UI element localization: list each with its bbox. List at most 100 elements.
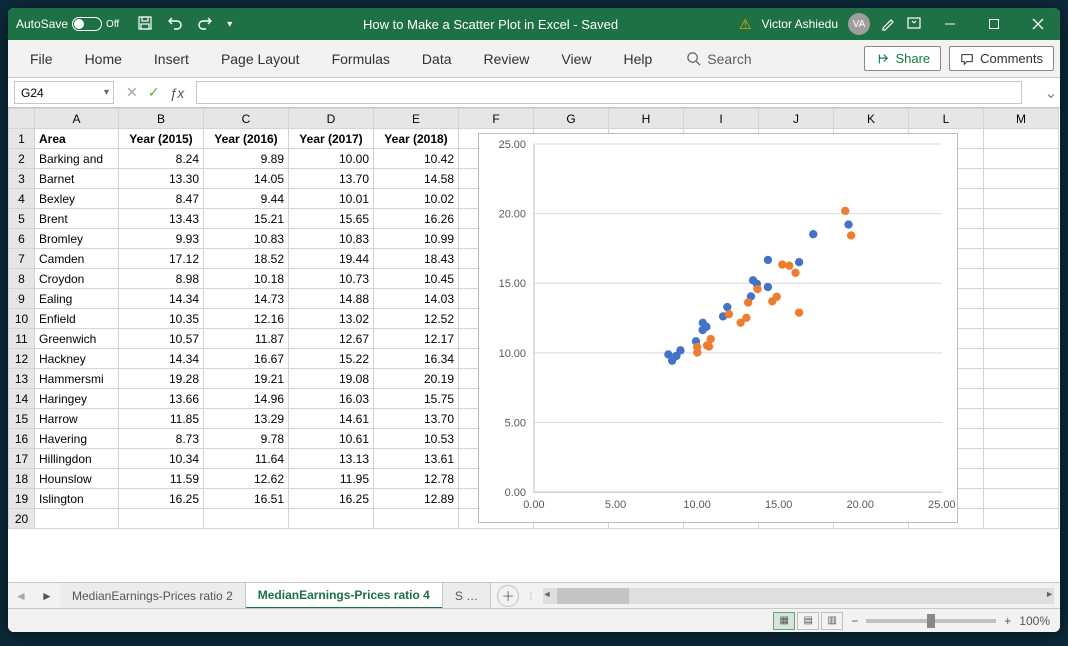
cell[interactable]: [35, 509, 119, 529]
cell[interactable]: 11.87: [204, 329, 289, 349]
row-header[interactable]: 18: [9, 469, 35, 489]
cell[interactable]: 9.78: [204, 429, 289, 449]
cell[interactable]: 15.21: [204, 209, 289, 229]
cell[interactable]: 20.19: [374, 369, 459, 389]
cell[interactable]: [984, 149, 1059, 169]
cell[interactable]: Barnet: [35, 169, 119, 189]
cell[interactable]: Camden: [35, 249, 119, 269]
cell[interactable]: Haringey: [35, 389, 119, 409]
autosave-toggle-icon[interactable]: [72, 17, 102, 31]
zoom-in-button[interactable]: +: [1004, 614, 1011, 628]
tab-help[interactable]: Help: [608, 40, 669, 78]
cell[interactable]: 10.99: [374, 229, 459, 249]
cell[interactable]: Hounslow: [35, 469, 119, 489]
undo-icon[interactable]: [167, 15, 183, 34]
tab-data[interactable]: Data: [406, 40, 468, 78]
cell[interactable]: 13.70: [289, 169, 374, 189]
cell[interactable]: [984, 189, 1059, 209]
cell[interactable]: 10.01: [289, 189, 374, 209]
cell[interactable]: 11.95: [289, 469, 374, 489]
cell[interactable]: 19.08: [289, 369, 374, 389]
cell[interactable]: Area: [35, 129, 119, 149]
cell[interactable]: Ealing: [35, 289, 119, 309]
row-header[interactable]: 6: [9, 229, 35, 249]
cell[interactable]: [984, 269, 1059, 289]
tab-view[interactable]: View: [545, 40, 607, 78]
row-header[interactable]: 3: [9, 169, 35, 189]
cell[interactable]: [984, 229, 1059, 249]
normal-view-icon[interactable]: ▦: [773, 612, 795, 630]
cell[interactable]: 8.73: [119, 429, 204, 449]
cell[interactable]: Year (2016): [204, 129, 289, 149]
row-header[interactable]: 17: [9, 449, 35, 469]
cell[interactable]: [984, 289, 1059, 309]
cell[interactable]: 8.98: [119, 269, 204, 289]
cell[interactable]: Year (2017): [289, 129, 374, 149]
cell[interactable]: 19.28: [119, 369, 204, 389]
cell[interactable]: 18.52: [204, 249, 289, 269]
tab-page-layout[interactable]: Page Layout: [205, 40, 316, 78]
cell[interactable]: Hillingdon: [35, 449, 119, 469]
row-header[interactable]: 9: [9, 289, 35, 309]
cell[interactable]: 12.17: [374, 329, 459, 349]
col-header[interactable]: E: [374, 109, 459, 129]
cell[interactable]: 16.25: [289, 489, 374, 509]
cell[interactable]: [984, 329, 1059, 349]
tab-formulas[interactable]: Formulas: [316, 40, 406, 78]
row-header[interactable]: 8: [9, 269, 35, 289]
fx-icon[interactable]: ƒx: [169, 85, 184, 101]
row-header[interactable]: 20: [9, 509, 35, 529]
share-button[interactable]: Share: [864, 46, 941, 71]
cell[interactable]: 10.53: [374, 429, 459, 449]
formula-expand-icon[interactable]: ⌄: [1042, 78, 1060, 107]
cell[interactable]: 19.44: [289, 249, 374, 269]
col-header[interactable]: I: [684, 109, 759, 129]
cell[interactable]: [984, 389, 1059, 409]
cell[interactable]: 13.13: [289, 449, 374, 469]
col-header[interactable]: M: [984, 109, 1059, 129]
cell[interactable]: 10.57: [119, 329, 204, 349]
cell[interactable]: [984, 309, 1059, 329]
close-button[interactable]: [1016, 8, 1060, 40]
cell[interactable]: Bromley: [35, 229, 119, 249]
cell[interactable]: 15.65: [289, 209, 374, 229]
sheet-nav-prev-icon[interactable]: ◄: [8, 589, 34, 603]
cell[interactable]: [984, 489, 1059, 509]
cell[interactable]: Bexley: [35, 189, 119, 209]
cell[interactable]: 10.18: [204, 269, 289, 289]
cell[interactable]: Hackney: [35, 349, 119, 369]
row-header[interactable]: 19: [9, 489, 35, 509]
cell[interactable]: Barking and: [35, 149, 119, 169]
cell[interactable]: [289, 509, 374, 529]
col-header[interactable]: G: [534, 109, 609, 129]
cell[interactable]: 16.25: [119, 489, 204, 509]
col-header[interactable]: D: [289, 109, 374, 129]
col-header[interactable]: J: [759, 109, 834, 129]
zoom-out-button[interactable]: −: [851, 614, 858, 628]
row-header[interactable]: 10: [9, 309, 35, 329]
row-header[interactable]: 13: [9, 369, 35, 389]
formula-input[interactable]: [196, 81, 1022, 104]
sheet-nav-next-icon[interactable]: ►: [34, 589, 60, 603]
cell[interactable]: 10.61: [289, 429, 374, 449]
cell[interactable]: Year (2018): [374, 129, 459, 149]
cell[interactable]: 12.52: [374, 309, 459, 329]
enter-icon[interactable]: ✓: [148, 84, 160, 101]
cell[interactable]: Hammersmi: [35, 369, 119, 389]
cell[interactable]: 10.73: [289, 269, 374, 289]
cell[interactable]: 9.44: [204, 189, 289, 209]
cell[interactable]: 12.89: [374, 489, 459, 509]
cell[interactable]: 12.67: [289, 329, 374, 349]
cell[interactable]: Islington: [35, 489, 119, 509]
cell[interactable]: 14.96: [204, 389, 289, 409]
cell[interactable]: Croydon: [35, 269, 119, 289]
user-name[interactable]: Victor Ashiedu: [762, 17, 839, 31]
cell[interactable]: 10.02: [374, 189, 459, 209]
cell[interactable]: [204, 509, 289, 529]
cell[interactable]: 13.02: [289, 309, 374, 329]
cell[interactable]: [984, 469, 1059, 489]
zoom-slider[interactable]: [866, 619, 996, 623]
cell[interactable]: 10.83: [204, 229, 289, 249]
row-header[interactable]: 16: [9, 429, 35, 449]
cell[interactable]: 13.29: [204, 409, 289, 429]
